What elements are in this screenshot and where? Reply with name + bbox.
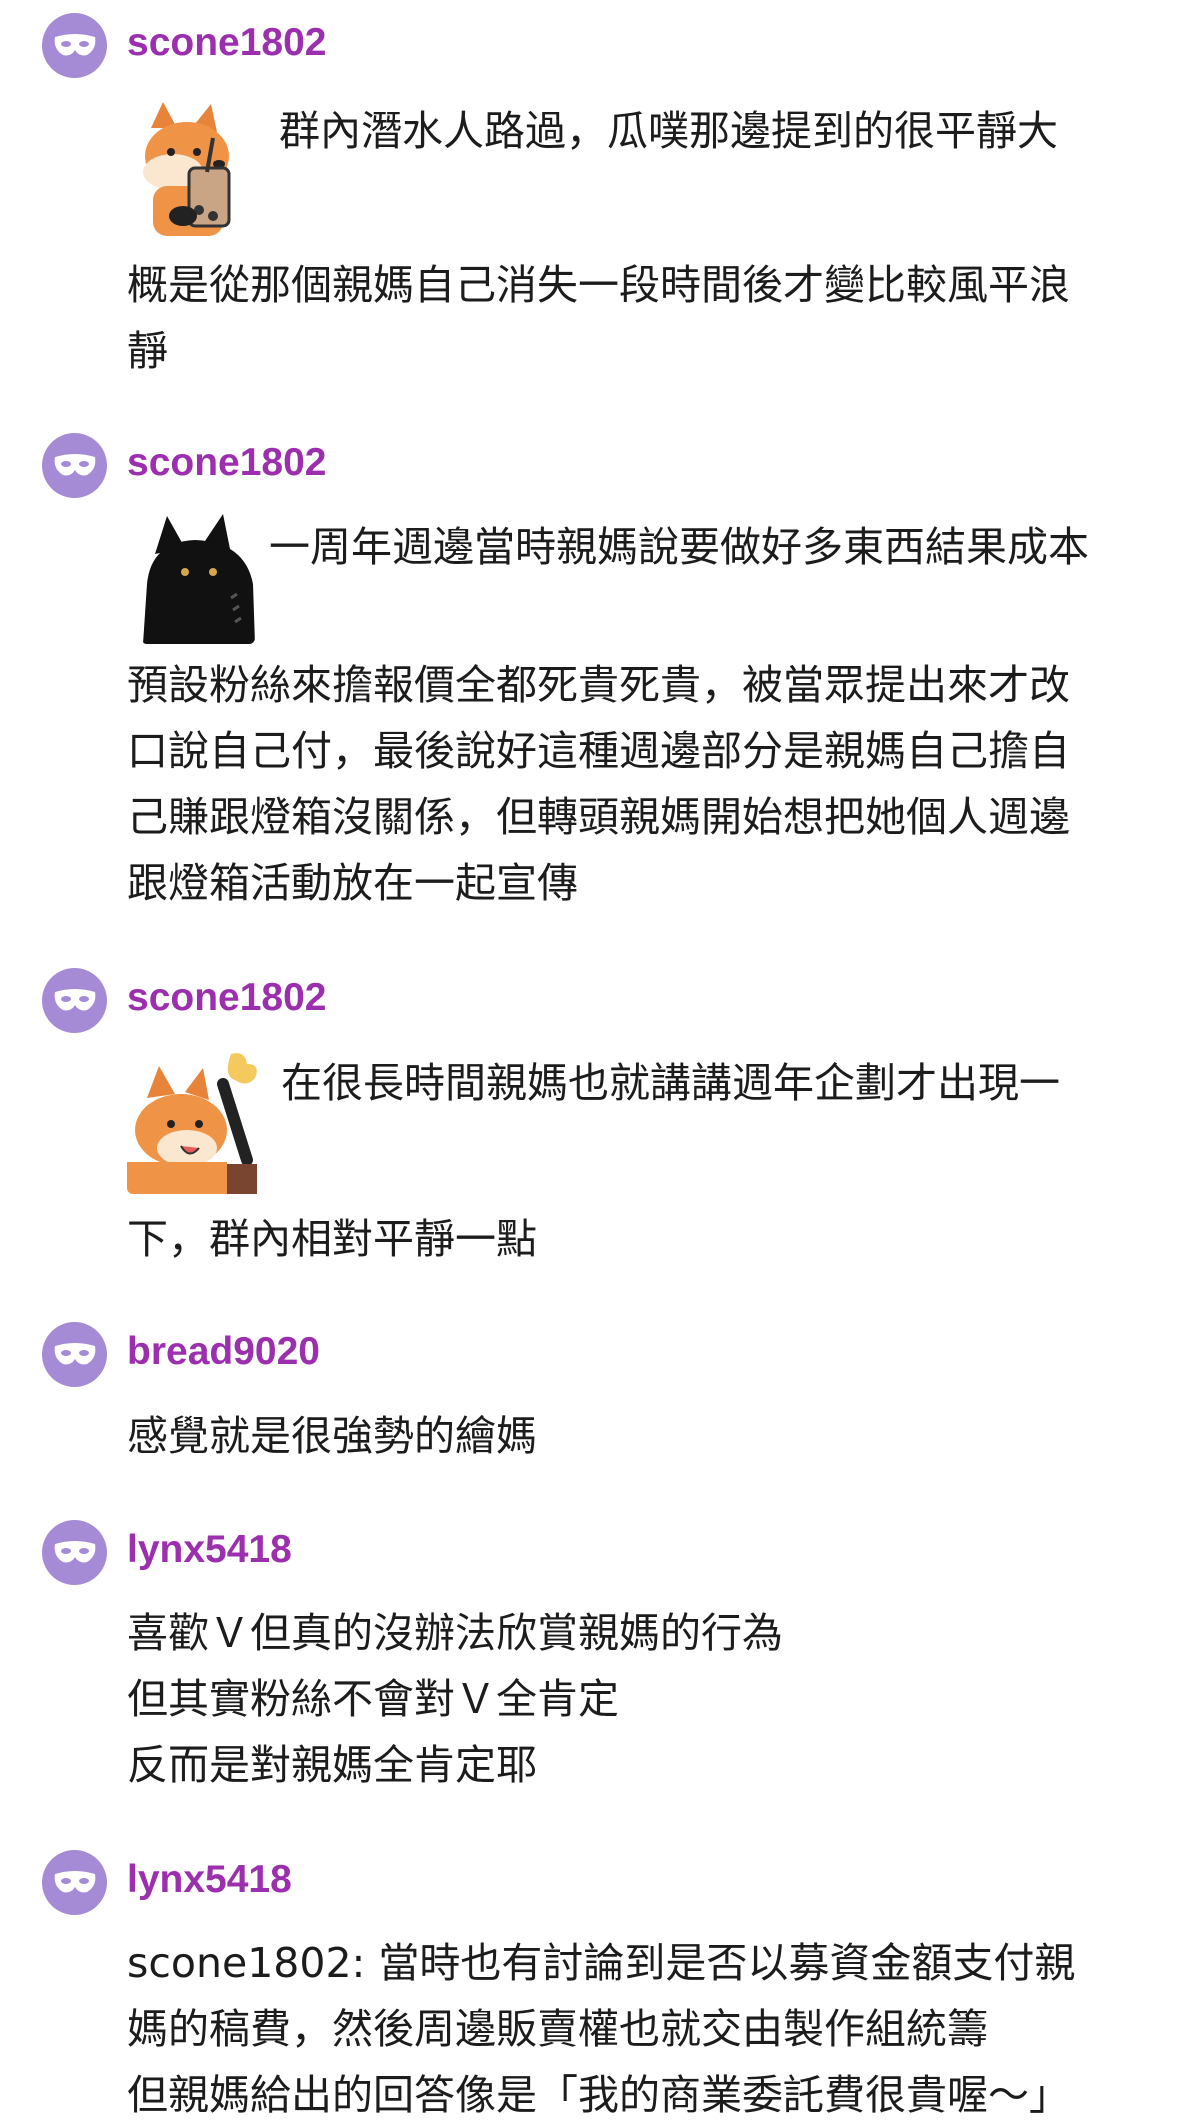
comment-text: 喜歡Ｖ但真的沒辦法欣賞親媽的行為 [127,1609,783,1657]
comment-body: 在很長時間親媽也就講講週年企劃才出現一 [127,1050,1179,1194]
username[interactable]: scone1802 [127,974,326,1022]
black-cat-sticker [141,514,255,644]
mask-icon [54,1342,95,1364]
avatar[interactable] [42,1520,107,1585]
username[interactable]: scone1802 [127,19,326,67]
mask-icon [54,453,95,475]
mask-icon [54,988,95,1010]
comment-text: 但其實粉絲不會對Ｖ全肯定 [127,1675,619,1723]
comment-text: 在很長時間親媽也就講講週年企劃才出現一 [281,1059,1060,1107]
comment-text: 口說自己付，最後說好這種週邊部分是親媽自己擔自 [127,727,1070,775]
avatar[interactable] [42,433,107,498]
mask-icon [54,1540,95,1562]
username[interactable]: lynx5418 [127,1526,292,1574]
username[interactable]: bread9020 [127,1328,320,1376]
comment-text-block: 感覺就是很強勢的繪媽 [127,1403,1179,1469]
comment-body: 群內潛水人路過，瓜噗那邊提到的很平靜大 [127,98,1179,240]
mask-icon [54,1870,95,1892]
username[interactable]: scone1802 [127,439,326,487]
comment-text: 群內潛水人路過，瓜噗那邊提到的很平靜大 [279,107,1058,155]
comment-text: 反而是對親媽全肯定耶 [127,1741,537,1789]
comment-text: 媽的稿費，然後周邊販賣權也就交由製作組統籌 [127,2005,988,2053]
comment-text: scone1802: 當時也有討論到是否以募資金額支付親 [127,1939,1076,1987]
username[interactable]: lynx5418 [127,1856,292,1904]
mask-icon [54,33,95,55]
comment-text-block: 預設粉絲來擔報價全都死貴死貴，被當眾提出來才改 口說自己付，最後說好這種週邊部分… [127,652,1179,916]
comment-text-block: 概是從那個親媽自己消失一段時間後才變比較風平浪 靜 [127,252,1179,384]
avatar[interactable] [42,1850,107,1915]
comment-text: 感覺就是很強勢的繪媽 [127,1412,537,1460]
fox-waving-sticker [127,1050,263,1194]
comment-body: 一周年週邊當時親媽說要做好多東西結果成本 [127,514,1179,644]
comment-feed: scone1802 群內潛水人路過，瓜噗那邊提到的很平靜大 概是從那個親媽自己消… [0,0,1196,2119]
avatar[interactable] [42,1322,107,1387]
comment-text: 下，群內相對平靜一點 [127,1215,537,1263]
comment-text-block: scone1802: 當時也有討論到是否以募資金額支付親 媽的稿費，然後周邊販賣… [127,1930,1179,2128]
comment-text: 預設粉絲來擔報價全都死貴死貴，被當眾提出來才改 [127,661,1070,709]
comment-text: 一周年週邊當時親媽說要做好多東西結果成本 [269,523,1089,571]
comment-text-block: 下，群內相對平靜一點 [127,1206,1179,1272]
comment-text: 跟燈箱活動放在一起宣傳 [127,859,578,907]
fox-bubble-tea-sticker [133,98,261,240]
comment-text: 概是從那個親媽自己消失一段時間後才變比較風平浪 [127,261,1070,309]
avatar[interactable] [42,13,107,78]
avatar[interactable] [42,968,107,1033]
comment-text: 但親媽給出的回答像是「我的商業委託費很貴喔～」 [127,2071,1070,2119]
comment-text: 己賺跟燈箱沒關係，但轉頭親媽開始想把她個人週邊 [127,793,1070,841]
comment-text-block: 喜歡Ｖ但真的沒辦法欣賞親媽的行為 但其實粉絲不會對Ｖ全肯定 反而是對親媽全肯定耶 [127,1600,1179,1798]
comment-text: 靜 [127,327,168,375]
